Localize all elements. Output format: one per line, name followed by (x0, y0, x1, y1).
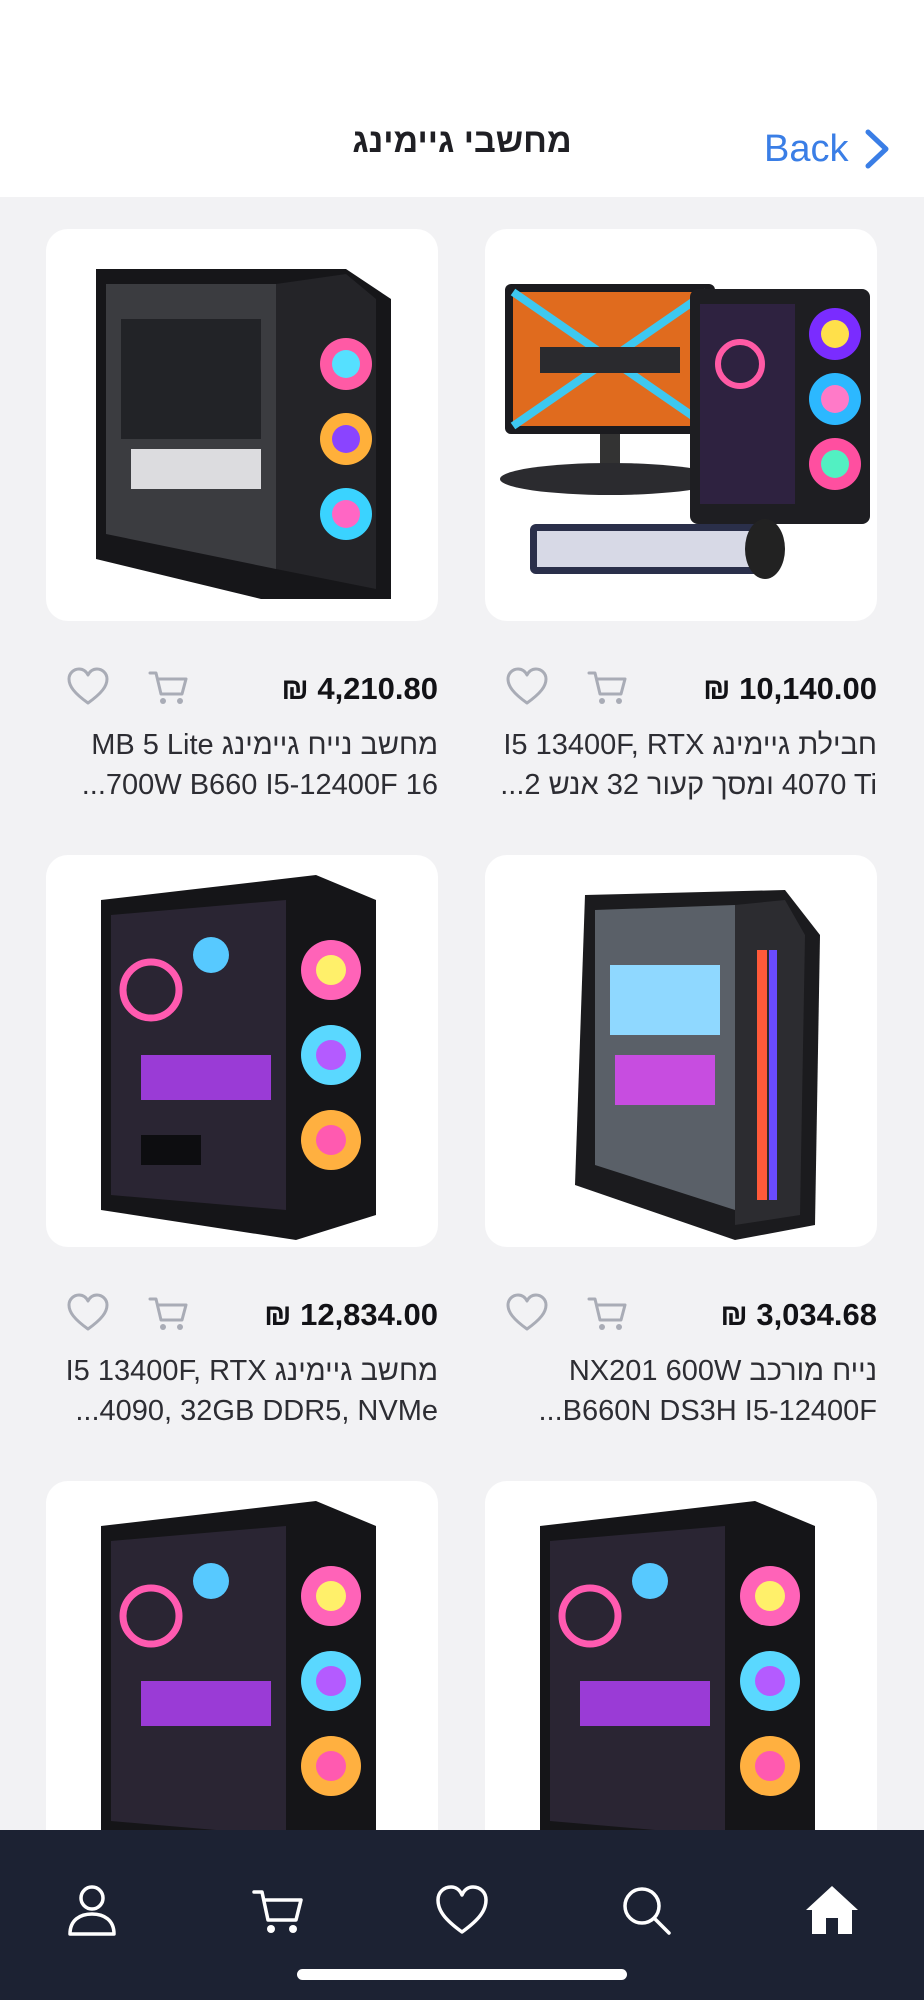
add-to-cart-button[interactable] (583, 1289, 631, 1337)
product-meta: ₪ 3,034.68 נייח מורכב NX201 600W B660N D… (485, 1247, 877, 1437)
product-card[interactable]: ₪ 10,140.00 חבילת גיימינג I5 13400F, RTX… (485, 229, 877, 811)
product-title[interactable]: מחשב גיימינג I5 13400F, RTX 4090, 32GB D… (54, 1351, 438, 1431)
heart-icon (506, 1293, 548, 1331)
add-to-cart-button[interactable] (144, 663, 192, 711)
pc-case-image[interactable] (46, 229, 438, 621)
heart-icon (67, 1293, 109, 1331)
product-card[interactable] (485, 1481, 877, 1830)
nav-home[interactable] (802, 1880, 862, 1940)
product-title[interactable]: נייח מורכב NX201 600W B660N DS3H I5-1240… (493, 1351, 877, 1431)
pc-case-graphic (101, 875, 376, 1240)
product-meta: ₪ 10,140.00 חבילת גיימינג I5 13400F, RTX… (485, 621, 877, 811)
product-card[interactable]: ₪ 3,034.68 נייח מורכב NX201 600W B660N D… (485, 855, 877, 1437)
nav-search[interactable] (616, 1880, 676, 1940)
product-price: ₪ 12,834.00 (264, 1297, 438, 1332)
home-indicator (297, 1969, 627, 1980)
cart-icon (148, 1297, 188, 1330)
add-to-cart-button[interactable] (144, 1289, 192, 1337)
product-card[interactable] (46, 1481, 438, 1830)
product-title[interactable]: מחשב נייח גיימינג MB 5 Lite 700W B660 I5… (54, 725, 438, 805)
pc-case-image[interactable] (46, 1481, 438, 1830)
favorite-button[interactable] (64, 663, 112, 711)
cart-icon (587, 671, 627, 704)
gaming-bundle-graphic (500, 284, 870, 579)
cart-icon (252, 1890, 303, 1933)
cart-icon (148, 671, 188, 704)
product-card[interactable]: ₪ 12,834.00 מחשב גיימינג I5 13400F, RTX … (46, 855, 438, 1437)
pc-case-image[interactable] (485, 855, 877, 1247)
pc-case-image[interactable] (485, 1481, 877, 1830)
nav-profile[interactable] (62, 1880, 122, 1940)
product-meta: ₪ 4,210.80 מחשב נייח גיימינג MB 5 Lite 7… (46, 621, 438, 811)
product-title[interactable]: חבילת גיימינג I5 13400F, RTX 4070 Ti ומס… (493, 725, 877, 805)
cart-icon (587, 1297, 627, 1330)
heart-icon (436, 1885, 488, 1934)
add-to-cart-button[interactable] (583, 663, 631, 711)
favorite-button[interactable] (64, 1289, 112, 1337)
product-grid: ₪ 10,140.00 חבילת גיימינג I5 13400F, RTX… (0, 197, 924, 1830)
favorite-button[interactable] (503, 1289, 551, 1337)
heart-icon (67, 667, 109, 705)
product-price: ₪ 3,034.68 (720, 1297, 877, 1332)
nav-cart[interactable] (248, 1880, 308, 1940)
pc-case-graphic (575, 890, 820, 1240)
product-meta: ₪ 12,834.00 מחשב גיימינג I5 13400F, RTX … (46, 1247, 438, 1437)
product-card[interactable]: ₪ 4,210.80 מחשב נייח גיימינג MB 5 Lite 7… (46, 229, 438, 811)
gaming-bundle-image[interactable] (485, 229, 877, 621)
nav-favorites[interactable] (432, 1880, 492, 1940)
favorite-button[interactable] (503, 663, 551, 711)
product-price: ₪ 10,140.00 (703, 671, 877, 706)
app-screen: Back מחשבי גיימינג ₪ 10,140.00 חבילת גיי… (0, 0, 924, 2000)
pc-case-image[interactable] (46, 855, 438, 1247)
page-title: מחשבי גיימינג (352, 122, 572, 160)
profile-icon (68, 1885, 116, 1936)
home-icon (806, 1886, 858, 1934)
search-icon (623, 1887, 671, 1935)
pc-case-graphic (540, 1501, 815, 1830)
header: Back מחשבי גיימינג (0, 0, 924, 197)
pc-case-graphic (96, 269, 391, 599)
pc-case-graphic (101, 1501, 376, 1830)
product-price: ₪ 4,210.80 (281, 671, 438, 706)
heart-icon (506, 667, 548, 705)
